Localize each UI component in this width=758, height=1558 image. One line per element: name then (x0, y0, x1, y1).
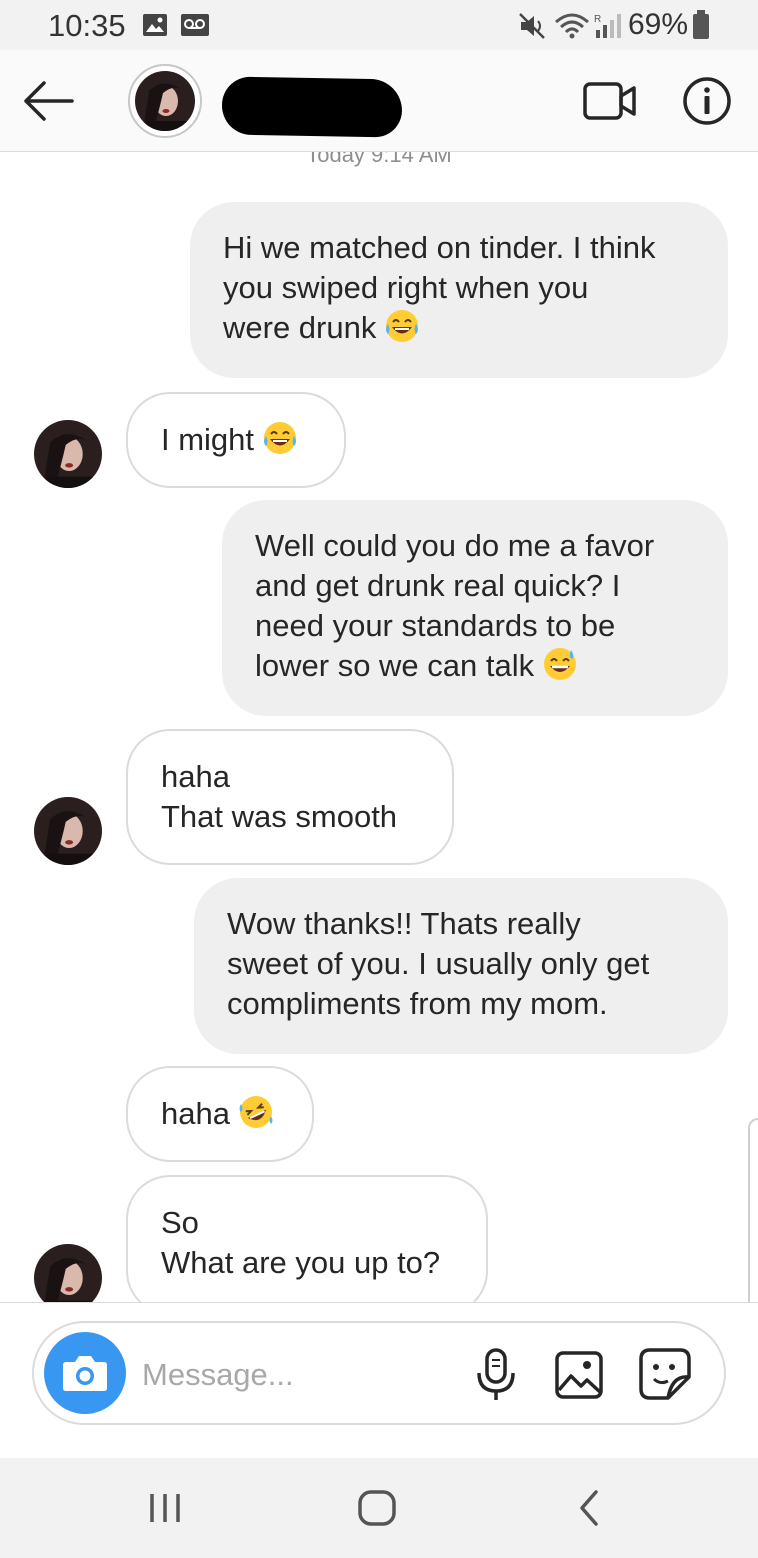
gallery-icon (555, 1351, 603, 1399)
wifi-icon (554, 12, 590, 45)
microphone-icon (477, 1348, 515, 1400)
sticker-button[interactable] (638, 1347, 692, 1401)
message-line: I might (161, 422, 255, 457)
outgoing-message[interactable]: Wow thanks!! Thats really sweet of you. … (194, 878, 728, 1054)
message-line: lower so we can talk (255, 648, 535, 683)
chat-header (0, 50, 758, 152)
image-notification-icon (142, 12, 168, 43)
battery-percent: 69% (628, 8, 689, 41)
contact-avatar-small[interactable] (34, 420, 102, 488)
recents-button[interactable] (146, 1488, 186, 1533)
message-line: sweet of you. I usually only get (227, 946, 650, 981)
system-nav-bar (0, 1458, 758, 1558)
message-input[interactable] (142, 1353, 452, 1397)
composer-area (0, 1302, 758, 1458)
gallery-button[interactable] (554, 1350, 604, 1400)
arrow-left-icon (24, 81, 74, 121)
contact-avatar-small[interactable] (34, 1244, 102, 1302)
grinning-sweat-emoji-icon (542, 646, 578, 692)
contact-avatar-small[interactable] (34, 797, 102, 865)
sticker-icon (639, 1348, 691, 1400)
thread-timestamp: Today 9:14 AM (306, 152, 452, 167)
video-call-button[interactable] (582, 80, 638, 122)
message-line: compliments from my mom. (227, 986, 608, 1021)
voicemail-icon (180, 12, 210, 43)
incoming-message[interactable]: I might (126, 392, 346, 488)
avatar-photo (135, 71, 195, 131)
camera-button[interactable] (44, 1332, 126, 1414)
home-icon (358, 1490, 396, 1526)
back-icon (580, 1490, 598, 1526)
message-line: Well could you do me a favor (255, 528, 655, 563)
contact-avatar[interactable] (128, 64, 202, 138)
svg-text:R: R (594, 14, 601, 25)
battery-icon (692, 10, 710, 45)
recents-icon (150, 1494, 180, 1522)
message-line: Hi we matched on tinder. I think (223, 230, 656, 265)
home-button[interactable] (356, 1488, 398, 1533)
redacted-contact-name (221, 76, 403, 138)
message-line: haha (161, 1096, 230, 1131)
message-line: were drunk (223, 310, 377, 345)
message-line: That was smooth (161, 799, 398, 834)
status-bar: 10:35 R 69% (0, 0, 758, 50)
avatar-photo (34, 420, 102, 488)
incoming-message[interactable]: haha (126, 1066, 314, 1162)
video-call-icon (583, 82, 636, 120)
message-line: and get drunk real quick? I (255, 568, 621, 603)
outgoing-message[interactable]: Hi we matched on tinder. I think you swi… (190, 202, 728, 378)
message-line: need your standards to be (255, 608, 616, 643)
avatar-photo (34, 797, 102, 865)
incoming-message[interactable]: haha That was smooth (126, 729, 454, 865)
rolling-laughing-emoji-icon (238, 1094, 274, 1140)
incoming-message[interactable]: So What are you up to? (126, 1175, 488, 1302)
outgoing-message[interactable]: Well could you do me a favor and get dru… (222, 500, 728, 716)
status-time: 10:35 (48, 8, 126, 43)
mute-icon (518, 12, 548, 45)
info-button[interactable] (682, 76, 732, 126)
tears-of-joy-emoji-icon (262, 420, 298, 466)
message-line: you swiped right when you (223, 270, 589, 305)
voice-message-button[interactable] (474, 1347, 518, 1403)
message-line: Wow thanks!! Thats really (227, 906, 581, 941)
system-back-button[interactable] (574, 1488, 604, 1533)
back-button[interactable] (20, 80, 80, 122)
message-line: What are you up to? (161, 1245, 441, 1280)
message-line: So (161, 1205, 199, 1240)
signal-icon: R (592, 12, 622, 45)
info-icon (683, 77, 731, 125)
message-composer (32, 1321, 726, 1425)
avatar-photo (34, 1244, 102, 1302)
camera-icon (63, 1356, 107, 1391)
tears-of-joy-emoji-icon (384, 308, 420, 354)
message-line: haha (161, 759, 230, 794)
message-thread[interactable]: Today 9:14 AM Hi we matched on tinder. I… (0, 152, 758, 1302)
